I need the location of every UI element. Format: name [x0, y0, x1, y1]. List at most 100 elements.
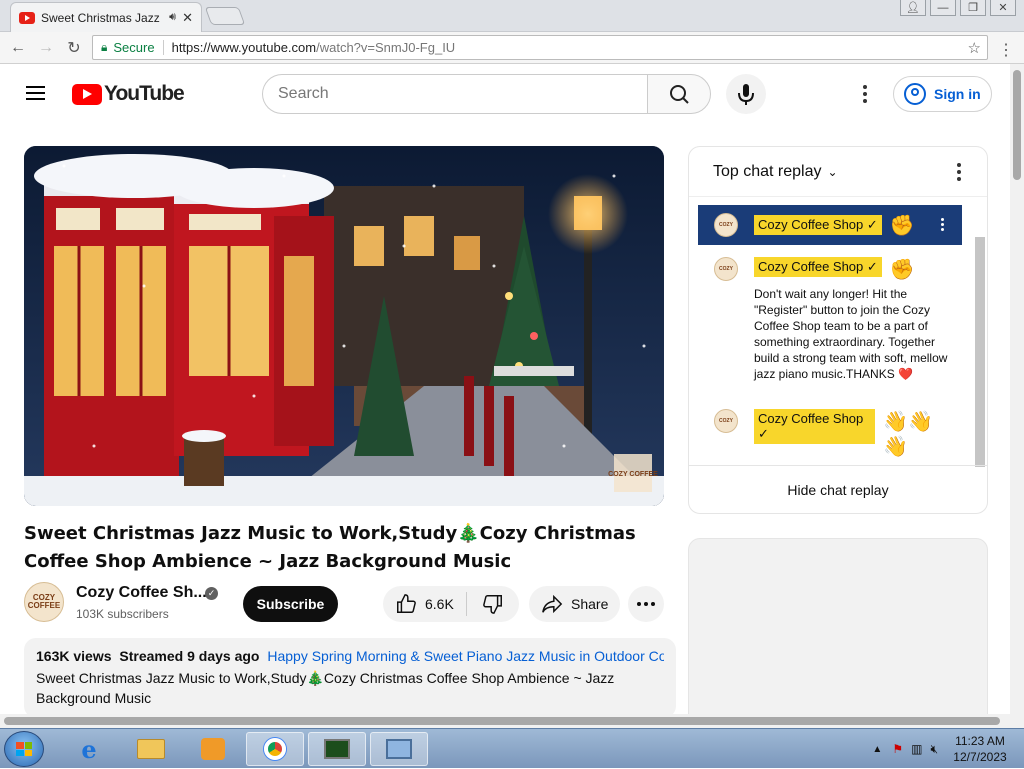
like-dislike-bar: 6.6K	[383, 586, 519, 622]
description-box[interactable]: 163K views Streamed 9 days ago Happy Spr…	[24, 638, 676, 718]
speaker-icon[interactable]: 🔊︎	[169, 11, 176, 24]
view-count: 163K views	[36, 648, 112, 664]
browser-titlebar: Sweet Christmas Jazz 🔊︎ ✕ 👤︎ — ❐ ✕	[0, 0, 1024, 32]
chat-header-title: Top chat replay	[713, 162, 822, 180]
channel-name[interactable]: Cozy Coffee Sh...	[76, 584, 207, 602]
taskbar-clock[interactable]: 11:23 AM 12/7/2023	[950, 733, 1010, 765]
related-link[interactable]: Happy Spring Morning & Sweet Piano Jazz …	[267, 648, 664, 664]
channel-avatar[interactable]: COZY COFFEE	[24, 582, 64, 622]
internet-explorer-icon[interactable]: e	[60, 732, 118, 766]
chat-scrollbar[interactable]	[975, 237, 985, 467]
search-icon	[670, 85, 689, 104]
tab-close-icon[interactable]: ✕	[182, 10, 193, 26]
share-label: Share	[571, 596, 609, 612]
message-avatar: COZY	[714, 257, 738, 281]
start-button[interactable]	[4, 731, 44, 767]
description-text: Sweet Christmas Jazz Music to Work,Study…	[36, 670, 615, 706]
streamed-date: Streamed 9 days ago	[119, 648, 260, 664]
video-player[interactable]: COZY COFFEE	[24, 146, 664, 506]
task-manager-icon[interactable]	[308, 732, 366, 766]
channel-watermark: COZY COFFEE	[608, 471, 658, 478]
system-tray: ▲ ⚑ ▥ 🔇︎ 11:23 AM 12/7/2023	[872, 729, 1024, 769]
youtube-wordmark: YouTube	[104, 82, 185, 105]
address-bar[interactable]: 🔒︎ Secure https://www.youtube.com/watch?…	[92, 35, 988, 60]
page-horizontal-scrollbar[interactable]	[0, 714, 1010, 728]
pinned-menu-icon[interactable]	[941, 218, 944, 231]
share-button[interactable]: Share	[529, 586, 620, 622]
new-tab-button[interactable]	[204, 7, 246, 25]
minimize-button[interactable]: —	[930, 0, 956, 16]
message-emoji: 👋👋👋	[883, 411, 934, 458]
youtube-header: YouTube Search Sign in	[0, 64, 1010, 124]
browser-toolbar: ← → ↻ 🔒︎ Secure https://www.youtube.com /…	[0, 32, 1024, 64]
chat-header[interactable]: Top chat replay ⌄	[689, 147, 987, 197]
sign-in-button[interactable]: Sign in	[893, 76, 992, 112]
subscriber-count: 103K subscribers	[76, 607, 169, 621]
thumbs-down-icon	[483, 595, 502, 614]
tab-title: Sweet Christmas Jazz	[41, 10, 160, 25]
message-text: Don't wait any longer! Hit the "Register…	[754, 287, 948, 381]
windows-taskbar: e ▲ ⚑ ▥ 🔇︎ 11:23 AM 12/7/2023	[0, 728, 1024, 768]
account-circle-icon	[904, 83, 926, 105]
back-arrow-icon[interactable]: ←	[4, 39, 32, 57]
forward-arrow-icon[interactable]: →	[32, 39, 60, 57]
clock-time: 11:23 AM	[955, 734, 1005, 748]
search-input[interactable]: Search	[262, 74, 648, 114]
video-title: Sweet Christmas Jazz Music to Work,Study…	[24, 523, 636, 572]
voice-search-button[interactable]	[726, 74, 766, 114]
message-avatar: COZY	[714, 213, 738, 237]
thumbs-up-icon	[397, 594, 416, 613]
hamburger-menu-icon[interactable]	[26, 86, 45, 100]
video-frame: COZY COFFEE	[24, 146, 664, 506]
like-count: 6.6K	[425, 596, 454, 612]
window-controls: 👤︎ — ❐ ✕	[900, 0, 1016, 16]
chat-replay-panel: Top chat replay ⌄ COZY Cozy Coffee Shop …	[688, 146, 988, 514]
hide-chat-button[interactable]: Hide chat replay	[689, 465, 987, 513]
secure-label: Secure	[113, 40, 164, 55]
url-host: https://www.youtube.com	[171, 40, 317, 55]
user-icon[interactable]: 👤︎	[900, 0, 926, 16]
bookmark-star-icon[interactable]: ☆	[968, 39, 981, 57]
youtube-play-icon	[72, 83, 102, 105]
chat-message: COZY Cozy Coffee Shop ✓ ✊ Don't wait any…	[714, 257, 954, 382]
message-author: Cozy Coffee Shop ✓	[754, 257, 882, 277]
like-button[interactable]: 6.6K	[383, 592, 467, 616]
action-center-icon[interactable]: ⚑	[892, 742, 903, 756]
ad-placeholder	[688, 538, 988, 728]
maximize-button[interactable]: ❐	[960, 0, 986, 16]
chevron-down-icon: ⌄	[827, 164, 838, 179]
dislike-button[interactable]	[467, 593, 519, 615]
reload-icon[interactable]: ↻	[60, 38, 88, 58]
clock-date: 12/7/2023	[953, 750, 1007, 764]
search-button[interactable]	[647, 74, 711, 114]
settings-kebab-icon[interactable]	[855, 82, 875, 106]
message-emoji: ✊	[889, 214, 915, 237]
browser-menu-icon[interactable]: ⋮	[998, 40, 1014, 60]
chat-message: COZY Cozy Coffee Shop ✓ 👋👋👋	[714, 409, 954, 459]
pinned-message[interactable]: COZY Cozy Coffee Shop ✓ ✊	[698, 205, 962, 245]
file-explorer-icon[interactable]	[122, 732, 180, 766]
microphone-icon	[738, 84, 754, 105]
media-player-icon[interactable]	[184, 732, 242, 766]
share-arrow-icon	[542, 594, 563, 614]
message-author: Cozy Coffee Shop ✓	[754, 215, 882, 235]
browser-tab[interactable]: Sweet Christmas Jazz 🔊︎ ✕	[10, 2, 202, 32]
youtube-favicon-icon	[19, 11, 35, 24]
more-actions-button[interactable]	[628, 586, 664, 622]
sign-in-label: Sign in	[934, 86, 981, 102]
url-path: /watch?v=SnmJ0-Fg_IU	[316, 40, 456, 55]
subscribe-button[interactable]: Subscribe	[243, 586, 338, 622]
chat-messages: COZY Cozy Coffee Shop ✓ ✊ COZY Cozy Coff…	[689, 199, 973, 467]
chat-menu-icon[interactable]	[957, 163, 961, 181]
close-window-button[interactable]: ✕	[990, 0, 1016, 16]
chrome-taskbar-icon[interactable]	[246, 732, 304, 766]
volume-muted-icon[interactable]: 🔇︎	[930, 742, 938, 757]
page-vertical-scrollbar[interactable]	[1010, 64, 1024, 728]
youtube-logo[interactable]: YouTube	[72, 82, 185, 106]
show-hidden-icons-icon[interactable]: ▲	[872, 744, 882, 755]
control-panel-icon[interactable]	[370, 732, 428, 766]
network-icon[interactable]: ▥	[911, 742, 922, 756]
search-placeholder: Search	[278, 85, 329, 102]
message-emoji: ✊	[889, 259, 915, 281]
message-avatar: COZY	[714, 409, 738, 433]
